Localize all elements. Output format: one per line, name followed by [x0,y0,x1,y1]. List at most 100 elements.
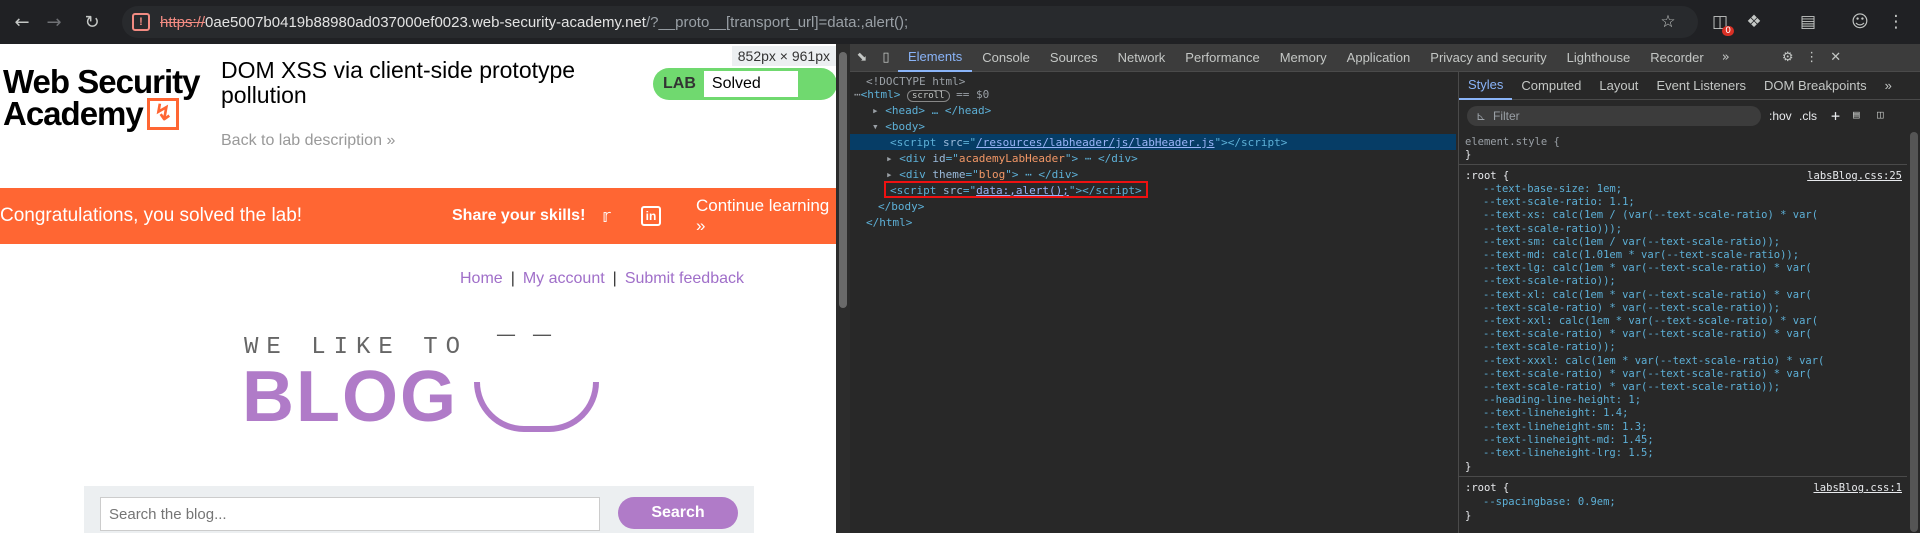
extension-icon[interactable]: ◫ 0 [1706,8,1734,36]
tab-computed[interactable]: Computed [1512,78,1590,93]
cls-toggle[interactable]: .cls [1799,109,1817,123]
nav-submit-feedback-link[interactable]: Submit feedback [625,270,744,287]
root-source-link[interactable]: labsBlog.css:25 [1807,170,1902,182]
new-rule-button[interactable]: + [1831,107,1840,125]
banner-face-mouth [474,382,599,432]
tab-console[interactable]: Console [972,50,1040,65]
dom-head-node[interactable]: ▸ <head> … </head> [872,103,991,119]
element-style-rule[interactable]: element.style { [1465,136,1560,149]
root-declaration-line[interactable]: --text-xxl: calc(1em * var(--text-scale-… [1483,315,1818,328]
not-secure-icon[interactable]: ! [132,13,150,31]
bookmark-star-icon[interactable]: ☆ [1654,8,1682,36]
tab-application[interactable]: Application [1337,50,1421,65]
tab-memory[interactable]: Memory [1270,50,1337,65]
nav-my-account-link[interactable]: My account [523,270,605,287]
root-declaration-line[interactable]: --text-scale-ratio)); [1483,341,1616,354]
root-declaration-line[interactable]: --text-scale-ratio) * var(--text-scale-r… [1483,302,1780,315]
url-path: /?__proto__[transport_url]=data:,alert()… [645,13,909,31]
tab-styles[interactable]: Styles [1459,72,1513,100]
back-icon[interactable]: ← [8,8,36,36]
head-tag: <head> … </head> [885,104,992,117]
continue-learning-link[interactable]: Continue learning » [696,196,836,236]
root-declaration-line[interactable]: --heading-line-height: 1; [1483,394,1641,407]
highlight-annotation-box [884,181,1148,198]
nav-home-link[interactable]: Home [460,270,503,287]
root-declaration-line[interactable]: --text-scale-ratio) * var(--text-scale-r… [1483,381,1780,394]
tab-search-icon[interactable]: ▤ [1794,8,1822,36]
forward-icon[interactable]: → [40,8,68,36]
dom-script-labheader[interactable]: <script src="/resources/labheader/js/lab… [890,135,1287,151]
profile-icon[interactable]: ☺ [1846,8,1874,36]
root-declaration-line[interactable]: --text-lineheight-lrg: 1.5; [1483,447,1654,460]
url-text[interactable]: https://0ae5007b0419b88980ad037000ef0023… [160,14,908,31]
menu-icon[interactable]: ⋮ [1882,8,1910,36]
styles-scrollbar[interactable] [1910,132,1918,532]
tab-lighthouse[interactable]: Lighthouse [1557,50,1641,65]
search-button[interactable]: Search [618,497,738,529]
root-declaration-line[interactable]: --text-md: calc(1.01em * var(--text-scal… [1483,249,1799,262]
root-declaration-line[interactable]: --text-lg: calc(1em * var(--text-scale-r… [1483,262,1812,275]
selected-marker: == $0 [956,88,990,101]
root-declaration-spacingbase[interactable]: --spacingbase: 0.9em; [1483,496,1616,509]
root-selector-2[interactable]: :root { [1465,482,1509,495]
address-bar[interactable]: ! https://0ae5007b0419b88980ad037000ef00… [122,6,1698,38]
back-to-lab-link[interactable]: Back to lab description » [221,132,395,150]
inspect-icon[interactable]: ⬊ [850,50,874,65]
toggle-sidebar-icon[interactable]: ◫ [1877,108,1884,121]
root-declaration-line[interactable]: --text-lineheight: 1.4; [1483,407,1628,420]
root-declaration-line[interactable]: --text-scale-ratio))); [1483,223,1622,236]
more-tabs-icon[interactable]: » [1714,50,1738,65]
url-scheme: https:// [160,13,206,31]
root-selector[interactable]: :root { [1465,170,1509,183]
tab-network[interactable]: Network [1108,50,1176,65]
root-source-link-2[interactable]: labsBlog.css:1 [1813,482,1902,494]
root-declaration-line[interactable]: --text-lineheight-md: 1.45; [1483,434,1654,447]
root-declaration-line[interactable]: --text-scale-ratio: 1.1; [1483,196,1635,209]
dom-div-academy-header[interactable]: ▸ <div id="academyLabHeader"> ⋯ </div> [886,151,1138,167]
scrollbar-thumb[interactable] [839,52,847,308]
search-input[interactable] [100,497,600,531]
root-declaration-line[interactable]: --text-lineheight-sm: 1.3; [1483,421,1647,434]
tab-event-listeners[interactable]: Event Listeners [1647,78,1755,93]
lab-status-badge: LAB Solved [653,68,836,100]
device-toggle-icon[interactable]: ▯ [874,50,898,65]
tab-privacy[interactable]: Privacy and security [1420,50,1556,65]
styles-filter-input[interactable]: ⊾ Filter [1467,106,1761,126]
reload-icon[interactable]: ↻ [78,8,106,36]
settings-gear-icon[interactable]: ⚙ [1776,50,1800,65]
banner-blog-word: BLOG [242,357,458,437]
lab-status-text: Solved [703,71,798,97]
tab-performance[interactable]: Performance [1175,50,1269,65]
chevron-right-icon: » [386,132,396,149]
puzzle-icon[interactable]: ❖ [1740,8,1768,36]
banner-face-eyes: ¯ ¯ [497,334,552,368]
kebab-menu-icon[interactable]: ⋮ [1800,50,1824,65]
close-icon[interactable]: ✕ [1824,50,1848,65]
rendering-emulation-icon[interactable]: ▤ [1853,108,1860,121]
page-scrollbar[interactable] [836,44,850,533]
share-label: Share your skills! [452,207,586,224]
tab-sources[interactable]: Sources [1040,50,1108,65]
root-declaration-line[interactable]: --text-scale-ratio)); [1483,275,1616,288]
more-style-tabs-icon[interactable]: » [1876,78,1901,93]
tab-layout[interactable]: Layout [1590,78,1647,93]
academy-logo[interactable]: Web Security Academy ↯ [3,65,203,130]
linkedin-icon[interactable]: in [641,206,661,226]
tab-elements[interactable]: Elements [898,44,973,72]
script-src-link[interactable]: /resources/labheader/js/labHeader.js [976,136,1214,149]
dom-body-close[interactable]: </body> [878,199,924,215]
root-declaration-line[interactable]: --text-base-size: 1em; [1483,183,1622,196]
hov-toggle[interactable]: :hov [1769,109,1792,123]
root-declaration-line[interactable]: --text-sm: calc(1em / var(--text-scale-r… [1483,236,1780,249]
tab-dom-breakpoints[interactable]: DOM Breakpoints [1755,78,1876,93]
dom-html-node[interactable]: ⋯<html> scroll == $0 [854,87,989,103]
tab-recorder[interactable]: Recorder [1640,50,1713,65]
root-declaration-line[interactable]: --text-xxxl: calc(1em * var(--text-scale… [1483,355,1824,368]
root-declaration-line[interactable]: --text-xs: calc(1em / (var(--text-scale-… [1483,209,1818,222]
root-declaration-line[interactable]: --text-scale-ratio) * var(--text-scale-r… [1483,328,1812,341]
dom-html-close[interactable]: </html> [866,215,912,231]
twitter-icon[interactable]: 𝕣 [602,206,611,227]
dom-body-node[interactable]: ▾ <body> [872,119,925,135]
root-declaration-line[interactable]: --text-xl: calc(1em * var(--text-scale-r… [1483,289,1812,302]
root-declaration-line[interactable]: --text-scale-ratio) * var(--text-scale-r… [1483,368,1812,381]
